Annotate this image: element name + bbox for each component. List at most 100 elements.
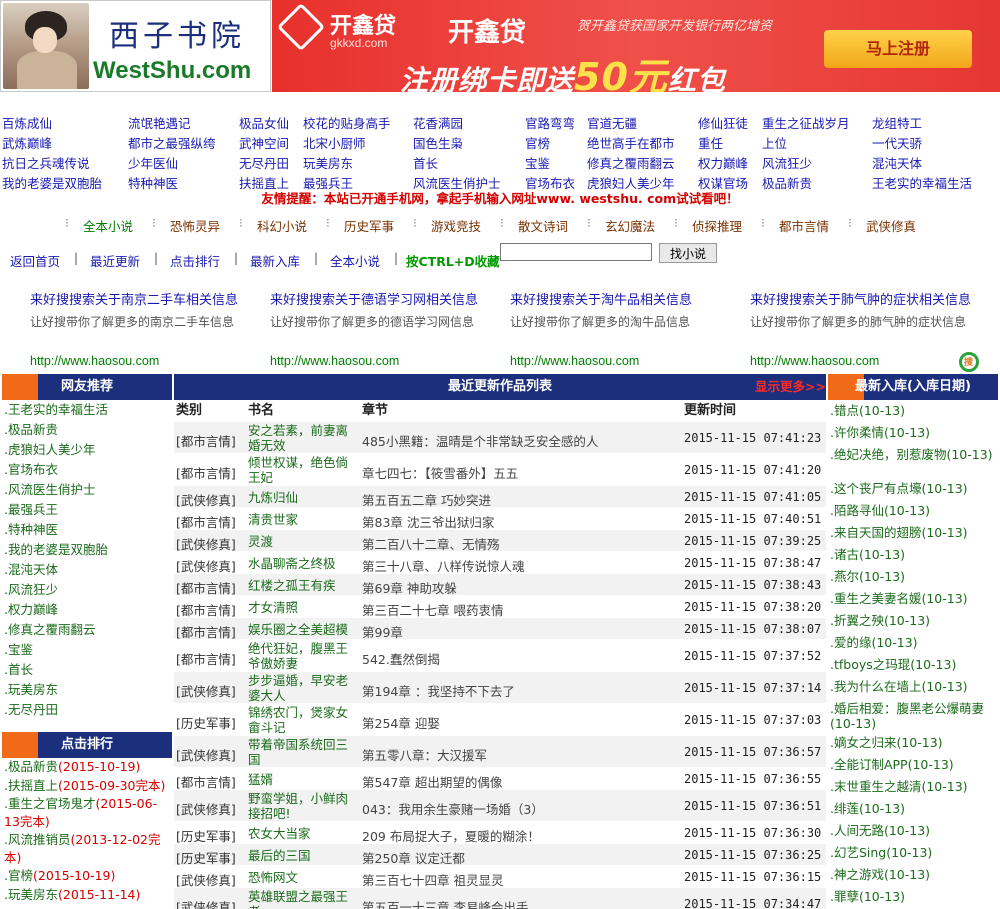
row-book-title[interactable]: 野蛮学姐，小鲜肉接招吧! — [248, 791, 356, 821]
ad-url[interactable]: http://www.haosou.com — [750, 354, 879, 368]
row-chapter[interactable]: 485小黑籍：温晴是个非常缺乏安全感的人 — [362, 431, 680, 450]
new-book-item[interactable]: .我为什么在墙上(10-13) — [828, 676, 998, 698]
row-book-title[interactable]: 英雄联盟之最强王者 — [248, 889, 356, 909]
book-link[interactable]: 国色生枭 — [413, 134, 463, 154]
row-book-title[interactable]: 红楼之孤王有疾 — [248, 578, 356, 593]
new-book-item[interactable]: .婚后相爱：腹黑老公爆萌妻(10-13) — [828, 698, 998, 732]
category-link[interactable]: 恐怖灵异 — [170, 216, 220, 235]
new-book-item[interactable]: .嫡女之归来(10-13) — [828, 732, 998, 754]
recommend-item[interactable]: .玩美房东 — [2, 680, 172, 700]
new-book-item[interactable]: .重生之美妻名媛(10-13) — [828, 588, 998, 610]
book-link[interactable]: 重生之征战岁月 — [762, 114, 850, 134]
search-button[interactable]: 找小说 — [659, 243, 717, 263]
recommend-item[interactable]: .风流医生俏护士 — [2, 480, 172, 500]
click-book-name[interactable]: .扶摇直上 — [4, 778, 58, 793]
search-ad[interactable]: 来好搜搜索关于淘牛品相关信息 让好搜带你了解更多的淘牛品信息 http://www.… — [510, 290, 742, 368]
row-chapter[interactable]: 第194章 ：我坚持不下去了 — [362, 681, 680, 700]
book-link[interactable]: 宝鉴 — [525, 154, 550, 174]
site-logo[interactable]: 西子书院 WestShu.com — [0, 0, 271, 92]
book-link[interactable]: 武神空间 — [239, 134, 289, 154]
book-link[interactable]: 一代天骄 — [872, 134, 922, 154]
row-category[interactable]: [武侠修真] — [176, 745, 236, 764]
book-link[interactable]: 上位 — [762, 134, 787, 154]
row-category[interactable]: [武侠修真] — [176, 556, 236, 575]
row-category[interactable]: [历史军事] — [176, 826, 236, 845]
row-chapter[interactable]: 043：我用余生豪赌一场婚（3） — [362, 799, 680, 818]
book-link[interactable]: 武炼巅峰 — [2, 134, 52, 154]
recommend-item[interactable]: .修真之覆雨翻云 — [2, 620, 172, 640]
book-link[interactable]: 重任 — [698, 134, 723, 154]
row-chapter[interactable]: 第三百七十四章 祖灵显灵 — [362, 870, 680, 889]
row-chapter[interactable]: 第二百八十二章、无情殇 — [362, 534, 680, 553]
banner-register-button[interactable]: 马上注册 — [824, 30, 972, 68]
row-chapter[interactable]: 第254章 迎娶 — [362, 713, 680, 732]
click-ranking-item[interactable]: .极品新贵(2015-10-19) — [2, 758, 172, 776]
book-link[interactable]: 修真之覆雨翻云 — [587, 154, 675, 174]
nav-complete-link[interactable]: 全本小说 — [330, 251, 380, 270]
book-link[interactable]: 玩美房东 — [303, 154, 353, 174]
row-book-title[interactable]: 猛婿 — [248, 772, 356, 787]
row-category[interactable]: [都市言情] — [176, 772, 236, 791]
book-link[interactable]: 首长 — [413, 154, 438, 174]
row-category[interactable]: [武侠修真] — [176, 490, 236, 509]
row-category[interactable]: [都市言情] — [176, 649, 236, 668]
new-book-item[interactable]: .燕尔(10-13) — [828, 566, 998, 588]
new-book-item[interactable]: .神之游戏(10-13) — [828, 864, 998, 886]
book-link[interactable]: 绝世高手在都市 — [587, 134, 675, 154]
row-category[interactable]: [都市言情] — [176, 512, 236, 531]
new-book-item[interactable]: .绯莲(10-13) — [828, 798, 998, 820]
row-category[interactable]: [都市言情] — [176, 431, 236, 450]
new-book-item[interactable]: .这个丧尸有点壕(10-13) — [828, 478, 998, 500]
nav-ranking-link[interactable]: 点击排行 — [170, 251, 220, 270]
row-category[interactable]: [武侠修真] — [176, 681, 236, 700]
category-link[interactable]: 散文诗词 — [518, 216, 568, 235]
row-book-title[interactable]: 最后的三国 — [248, 848, 356, 863]
recommend-item[interactable]: .首长 — [2, 660, 172, 680]
row-chapter[interactable]: 第五零八章：大汉援军 — [362, 745, 680, 764]
row-book-title[interactable]: 水晶聊斋之终极 — [248, 556, 356, 571]
recommend-item[interactable]: .风流狂少 — [2, 580, 172, 600]
nav-home-link[interactable]: 返回首页 — [10, 251, 60, 270]
row-book-title[interactable]: 锦绣农门，煲家女畲斗记 — [248, 705, 356, 735]
ad-url[interactable]: http://www.haosou.com — [270, 354, 399, 368]
ad-title[interactable]: 来好搜搜索关于南京二手车相关信息 — [30, 290, 262, 312]
recommend-item[interactable]: .宝鉴 — [2, 640, 172, 660]
new-book-item[interactable]: .罪孽(10-13) — [828, 886, 998, 908]
row-category[interactable]: [都市言情] — [176, 622, 236, 641]
ad-banner[interactable]: 开鑫贷 gkkxd.com 开鑫贷 贺开鑫贷获国家开发银行两亿增资 注册绑卡即送… — [272, 0, 1000, 92]
row-category[interactable]: [历史军事] — [176, 848, 236, 867]
row-book-title[interactable]: 安之若素，前妻离婚无效 — [248, 423, 356, 453]
row-chapter[interactable]: 第三十八章、八样传说惊人魂 — [362, 556, 680, 575]
category-link[interactable]: 科幻小说 — [257, 216, 307, 235]
category-link[interactable]: 武侠修真 — [866, 216, 916, 235]
row-chapter[interactable]: 第547章 超出期望的偶像 — [362, 772, 680, 791]
new-book-item[interactable]: .来自天国的翅膀(10-13) — [828, 522, 998, 544]
row-category[interactable]: [武侠修真] — [176, 870, 236, 889]
ad-title[interactable]: 来好搜搜索关于德语学习网相关信息 — [270, 290, 502, 312]
book-link[interactable]: 少年医仙 — [128, 154, 178, 174]
row-chapter[interactable]: 542.蠢然倒揭 — [362, 649, 680, 668]
recommend-item[interactable]: .王老实的幸福生活 — [2, 400, 172, 420]
click-ranking-item[interactable]: .风流推销员(2013-12-02完本) — [2, 831, 172, 866]
row-book-title[interactable]: 绝代狂妃，腹黑王爷傲娇妻 — [248, 641, 356, 671]
category-link[interactable]: 游戏竞技 — [431, 216, 481, 235]
row-category[interactable]: [武侠修真] — [176, 897, 236, 909]
book-link[interactable]: 官榜 — [525, 134, 550, 154]
row-book-title[interactable]: 倾世权谋，绝色倘王妃 — [248, 455, 356, 485]
new-book-item[interactable]: .绝妃决绝，别惹废物(10-13) — [828, 444, 998, 478]
click-ranking-item[interactable]: .玩美房东(2015-11-14) — [2, 886, 172, 904]
book-link[interactable]: 无尽丹田 — [239, 154, 289, 174]
row-chapter[interactable]: 第69章 神助攻躲 — [362, 578, 680, 597]
book-link[interactable]: 权力巅峰 — [698, 154, 748, 174]
book-link[interactable]: 混沌天体 — [872, 154, 922, 174]
category-link[interactable]: 历史军事 — [344, 216, 394, 235]
recommend-item[interactable]: .我的老婆是双胞胎 — [2, 540, 172, 560]
row-book-title[interactable]: 灵渡 — [248, 534, 356, 549]
category-link[interactable]: 全本小说 — [83, 216, 133, 235]
book-link[interactable]: 修仙狂徒 — [698, 114, 748, 134]
recommend-item[interactable]: .极品新贵 — [2, 420, 172, 440]
row-category[interactable]: [武侠修真] — [176, 799, 236, 818]
click-book-name[interactable]: .玩美房东 — [4, 887, 58, 902]
new-book-item[interactable]: .幻艺Sing(10-13) — [828, 842, 998, 864]
ad-url[interactable]: http://www.haosou.com — [30, 354, 159, 368]
